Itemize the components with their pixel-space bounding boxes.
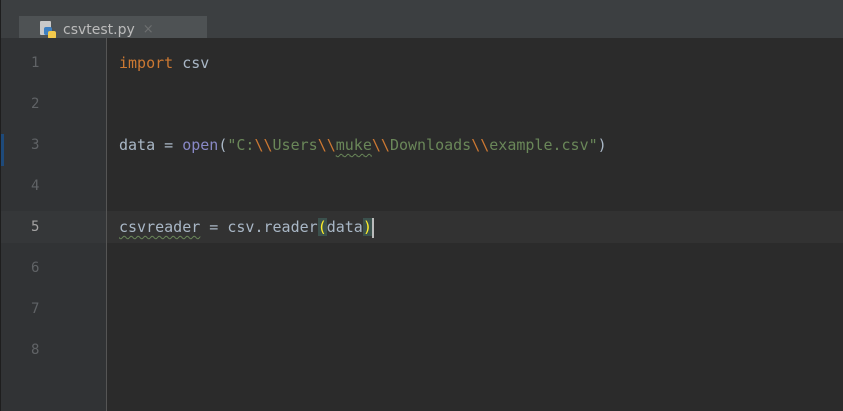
spellcheck-word: csvreader — [119, 218, 201, 236]
code-line-1[interactable]: import csv — [119, 47, 209, 79]
code-text: ) — [597, 136, 607, 154]
code-line-3[interactable]: data = open("C:\\Users\\muke\\Downloads\… — [119, 129, 607, 161]
code-text: csv — [173, 54, 210, 72]
tab-label: csvtest.py — [63, 21, 135, 38]
string-literal: "C: — [227, 136, 255, 154]
matched-paren: ( — [317, 218, 327, 236]
matched-paren: ) — [362, 218, 372, 236]
code-text: data = — [119, 136, 183, 154]
line-number-gutter: 1 2 3 4 5 6 7 8 — [1, 38, 107, 411]
ide-window: csvtest.py × 1 2 3 4 5 6 7 8 import csv … — [0, 0, 843, 411]
line-number: 6 — [31, 260, 40, 276]
escape-sequence: \\ — [371, 136, 390, 154]
code-text: data — [326, 218, 363, 236]
line-number: 8 — [31, 342, 40, 358]
builtin-function: open — [182, 136, 219, 154]
code-text: = csv.reader — [200, 218, 318, 236]
line-number: 1 — [31, 55, 40, 71]
text-caret — [371, 217, 374, 238]
close-icon[interactable]: × — [143, 22, 154, 37]
escape-sequence: \\ — [471, 136, 490, 154]
line-number: 7 — [31, 301, 40, 317]
string-literal: Users — [272, 136, 318, 154]
line-number-current: 5 — [31, 219, 40, 235]
line-number: 2 — [31, 96, 40, 112]
python-file-icon — [39, 20, 57, 39]
spellcheck-word: muke — [335, 136, 372, 154]
string-literal: example.csv" — [489, 136, 598, 154]
editor-tab-bar: csvtest.py × — [1, 0, 843, 46]
escape-sequence: \\ — [317, 136, 336, 154]
code-line-5[interactable]: csvreader = csv.reader(data) — [119, 211, 374, 243]
change-marker[interactable] — [1, 134, 4, 166]
string-literal: Downloads — [389, 136, 472, 154]
code-editor[interactable]: import csv data = open("C:\\Users\\muke\… — [107, 38, 843, 411]
escape-sequence: \\ — [254, 136, 273, 154]
line-number: 4 — [31, 178, 40, 194]
keyword: import — [119, 54, 174, 72]
line-number: 3 — [31, 137, 40, 153]
